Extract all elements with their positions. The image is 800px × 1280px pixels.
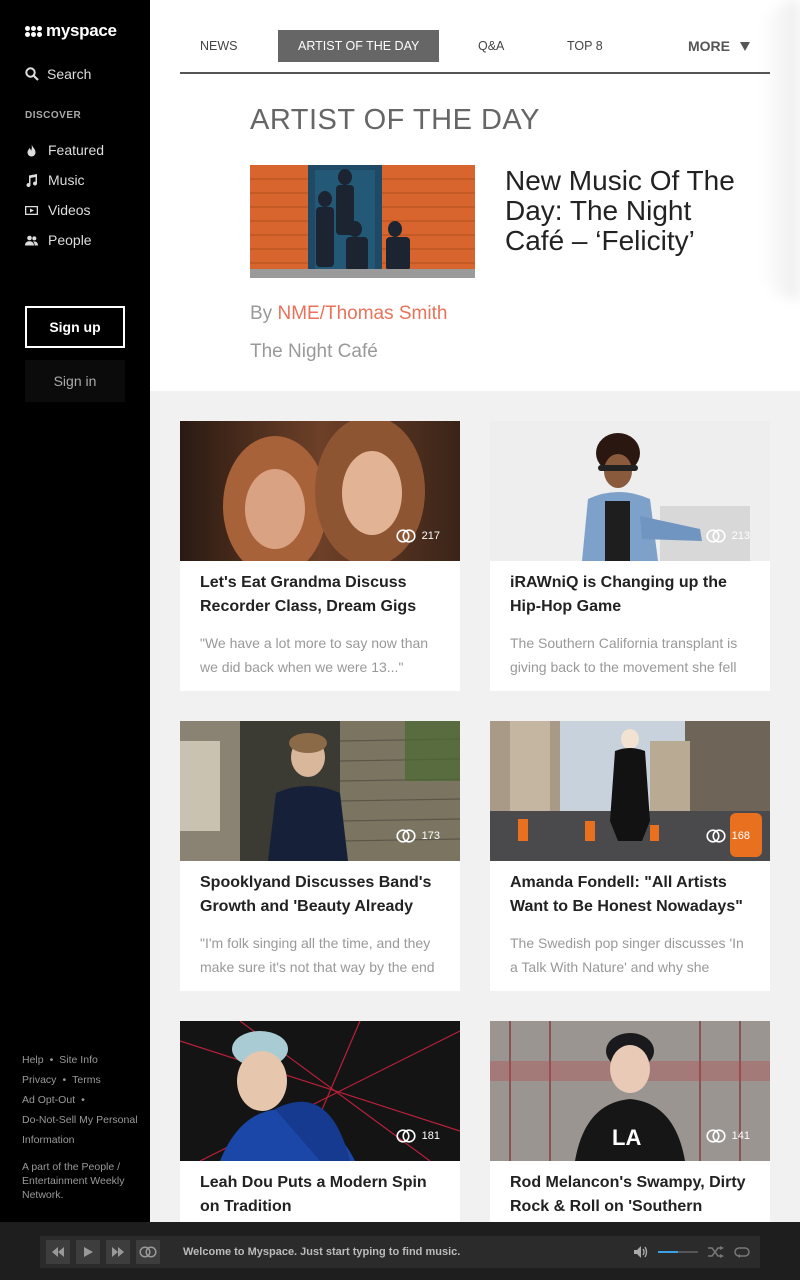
caret-down-icon xyxy=(740,41,750,51)
myspace-logo[interactable]: myspace xyxy=(25,21,117,41)
search-label: Search xyxy=(47,66,92,82)
sign-up-button[interactable]: Sign up xyxy=(25,306,125,348)
search-button[interactable]: Search xyxy=(25,66,91,82)
view-count: 141 xyxy=(706,1129,750,1143)
view-count: 213 xyxy=(706,529,750,543)
rewind-icon xyxy=(52,1247,64,1257)
article-title[interactable]: Spooklyand Discusses Band's Growth and '… xyxy=(200,871,440,919)
article-description: The Swedish pop singer discusses 'In a T… xyxy=(510,935,744,975)
tab-top-8[interactable]: TOP 8 xyxy=(567,30,603,62)
volume-slider[interactable] xyxy=(658,1251,698,1253)
logo-dots-icon xyxy=(25,25,42,37)
search-icon xyxy=(25,67,39,81)
logo-text: myspace xyxy=(46,21,117,40)
play-icon xyxy=(83,1247,93,1257)
fast-forward-button[interactable] xyxy=(106,1240,130,1264)
rewind-button[interactable] xyxy=(46,1240,70,1264)
svg-text:LA: LA xyxy=(612,1125,641,1150)
connect-icon xyxy=(139,1246,157,1258)
article-card[interactable]: 173 Spooklyand Discusses Band's Growth a… xyxy=(180,721,460,991)
view-count: 217 xyxy=(396,529,440,543)
footer-link-terms[interactable]: Terms xyxy=(72,1074,101,1086)
discover-heading: DISCOVER xyxy=(25,110,82,121)
views-icon xyxy=(396,829,416,843)
flame-icon xyxy=(27,143,36,156)
nav-item-people[interactable]: People xyxy=(25,225,104,255)
artist-link[interactable]: The Night Café xyxy=(250,341,378,363)
section-tabs: NEWS ARTIST OF THE DAY Q&A TOP 8 MORE xyxy=(180,30,770,74)
view-count-value: 173 xyxy=(421,830,440,842)
footer-link-privacy[interactable]: Privacy xyxy=(22,1074,56,1086)
footer-link-ad-opt-out[interactable]: Ad Opt-Out xyxy=(22,1094,75,1106)
view-count: 181 xyxy=(396,1129,440,1143)
article-card[interactable]: 168 Amanda Fondell: "All Artists Want to… xyxy=(490,721,770,991)
article-card[interactable]: 217 Let's Eat Grandma Discuss Recorder C… xyxy=(180,421,460,691)
fast-forward-icon xyxy=(112,1247,124,1257)
author-link[interactable]: NME/Thomas Smith xyxy=(277,303,447,324)
article-description: "We have a lot more to say now than we d… xyxy=(200,635,429,675)
view-count: 173 xyxy=(396,829,440,843)
volume-icon[interactable] xyxy=(634,1246,648,1258)
discover-nav: Featured Music Videos People xyxy=(25,135,104,255)
repeat-icon[interactable] xyxy=(734,1246,750,1258)
article-title[interactable]: Let's Eat Grandma Discuss Recorder Class… xyxy=(200,571,440,619)
player-message: Welcome to Myspace. Just start typing to… xyxy=(183,1246,461,1258)
article-description: "I'm folk singing all the time, and they… xyxy=(200,935,435,975)
view-count-value: 168 xyxy=(731,830,750,842)
views-icon xyxy=(706,1129,726,1143)
sign-in-button[interactable]: Sign in xyxy=(25,360,125,402)
footer-link-help[interactable]: Help xyxy=(22,1054,44,1066)
more-label: MORE xyxy=(688,38,730,54)
tab-artist-of-the-day[interactable]: ARTIST OF THE DAY xyxy=(278,30,440,62)
shuffle-icon[interactable] xyxy=(708,1246,724,1258)
nav-item-videos[interactable]: Videos xyxy=(25,195,104,225)
nav-item-label: Featured xyxy=(48,142,105,158)
byline-prefix: By xyxy=(250,303,273,324)
article-card[interactable]: 213 iRAWniQ is Changing up the Hip-Hop G… xyxy=(490,421,770,691)
sidebar: myspace Search DISCOVER Featured Music V… xyxy=(0,0,150,1222)
people-icon xyxy=(25,235,38,245)
nav-item-label: Videos xyxy=(48,202,91,218)
view-count-value: 141 xyxy=(731,1130,750,1142)
tab-qa[interactable]: Q&A xyxy=(478,30,504,62)
section-title: ARTIST OF THE DAY xyxy=(250,104,540,136)
footer-link-do-not-sell[interactable]: Do-Not-Sell My Personal Information xyxy=(22,1110,140,1150)
music-note-icon xyxy=(26,173,38,187)
connect-button[interactable] xyxy=(136,1240,160,1264)
article-title[interactable]: Rod Melancon's Swampy, Dirty Rock & Roll… xyxy=(510,1171,750,1219)
tab-more[interactable]: MORE xyxy=(688,30,750,62)
nav-item-label: People xyxy=(48,232,92,248)
play-button[interactable] xyxy=(76,1240,100,1264)
volume-level xyxy=(658,1251,678,1253)
article-title[interactable]: iRAWniQ is Changing up the Hip-Hop Game xyxy=(510,571,750,619)
artist-of-the-day-section: NEWS ARTIST OF THE DAY Q&A TOP 8 MORE AR… xyxy=(150,0,800,391)
byline: By NME/Thomas Smith xyxy=(250,303,447,325)
footer-links: Help • Site Info Privacy • Terms Ad Opt-Out •… xyxy=(22,1050,140,1150)
article-title[interactable]: Amanda Fondell: "All Artists Want to Be … xyxy=(510,871,750,919)
video-icon xyxy=(25,205,38,215)
views-icon xyxy=(706,829,726,843)
article-description: The Southern California transplant is gi… xyxy=(510,635,738,675)
view-count-value: 181 xyxy=(421,1130,440,1142)
footer-note: A part of the People / Entertainment Wee… xyxy=(22,1161,125,1201)
views-icon xyxy=(706,529,726,543)
nav-item-featured[interactable]: Featured xyxy=(25,135,104,165)
view-count: 168 xyxy=(706,829,750,843)
tab-news[interactable]: NEWS xyxy=(200,30,238,62)
footer-link-site-info[interactable]: Site Info xyxy=(59,1054,98,1066)
views-icon xyxy=(396,1129,416,1143)
nav-item-label: Music xyxy=(48,172,85,188)
nav-item-music[interactable]: Music xyxy=(25,165,104,195)
view-count-value: 217 xyxy=(421,530,440,542)
music-player: Welcome to Myspace. Just start typing to… xyxy=(40,1236,760,1268)
views-icon xyxy=(396,529,416,543)
view-count-value: 213 xyxy=(731,530,750,542)
hero-image[interactable] xyxy=(250,165,475,278)
hero-headline[interactable]: New Music Of The Day: The Night Café – ‘… xyxy=(505,166,735,256)
article-title[interactable]: Leah Dou Puts a Modern Spin on Tradition xyxy=(200,1171,440,1219)
player-controls-right xyxy=(634,1236,750,1268)
